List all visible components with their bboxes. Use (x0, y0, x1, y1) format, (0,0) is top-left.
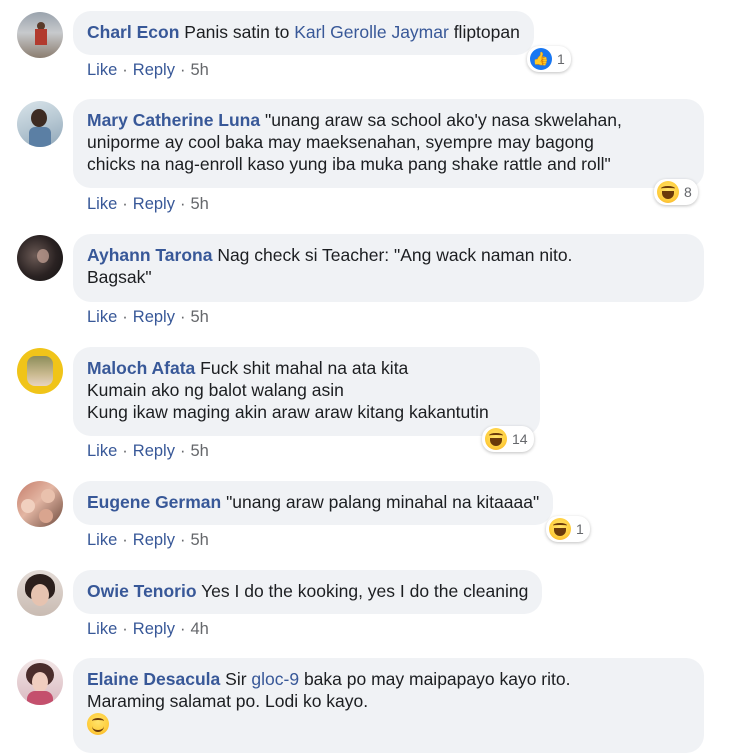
comment-text-line: Bagsak" (87, 267, 152, 287)
smile-icon (87, 713, 109, 736)
timestamp[interactable]: 5h (190, 61, 208, 79)
reply-button[interactable]: Reply (133, 61, 175, 79)
like-button[interactable]: Like (87, 308, 117, 326)
comment-bubble: Ayhann Tarona Nag check si Teacher: "Ang… (73, 234, 704, 302)
comment-text-line: chicks na nag-enroll kaso yung iba muka … (87, 154, 611, 174)
separator: · (122, 442, 128, 460)
comment-text-line: Maraming salamat po. Lodi ko kayo. (87, 691, 369, 711)
comment-text-line: "unang araw palang minahal na kitaaaa" (226, 492, 540, 512)
author-name[interactable]: Mary Catherine Luna (87, 110, 260, 130)
mention-link[interactable]: gloc-9 (251, 669, 299, 689)
comment-text-line: Kumain ako ng balot walang asin (87, 380, 344, 400)
author-name[interactable]: Elaine Desacula (87, 669, 220, 689)
reaction-badge[interactable]: 14 (482, 426, 534, 452)
comment-text-line: uniporme ay cool baka may maeksenahan, s… (87, 132, 594, 152)
timestamp[interactable]: 4h (190, 620, 208, 638)
author-name[interactable]: Charl Econ (87, 22, 179, 42)
comment-actions: Like · Reply · 5h (87, 442, 209, 461)
avatar[interactable] (17, 481, 63, 527)
avatar[interactable] (17, 659, 63, 705)
reaction-count: 1 (576, 521, 584, 537)
comment-text: Panis satin to (184, 22, 295, 42)
like-icon: 👍 (530, 48, 552, 70)
comment-bubble: Mary Catherine Luna "unang araw sa schoo… (73, 99, 704, 188)
reaction-count: 8 (684, 184, 692, 200)
like-button[interactable]: Like (87, 620, 117, 638)
comment-actions: Like · Reply · 5h (87, 195, 209, 214)
comment-bubble: Maloch Afata Fuck shit mahal na ata kita… (73, 347, 540, 436)
avatar[interactable] (17, 348, 63, 394)
separator: · (179, 620, 186, 638)
comment-bubble: Owie Tenorio Yes I do the kooking, yes I… (73, 570, 543, 614)
reply-button[interactable]: Reply (133, 442, 175, 460)
author-name[interactable]: Maloch Afata (87, 358, 195, 378)
avatar[interactable] (17, 101, 63, 147)
comment-text-line: Kung ikaw maging akin araw araw kitang k… (87, 402, 489, 422)
separator: · (179, 61, 186, 79)
comment-text-line: Yes I do the kooking, yes I do the clean… (201, 581, 529, 601)
haha-icon (657, 181, 679, 203)
like-button[interactable]: Like (87, 531, 117, 549)
reaction-count: 14 (512, 431, 528, 447)
author-name[interactable]: Eugene German (87, 492, 221, 512)
separator: · (179, 308, 186, 326)
author-name[interactable]: Owie Tenorio (87, 581, 197, 601)
separator: · (122, 61, 128, 79)
comment-actions: Like · Reply · 5h (87, 308, 209, 327)
comment-actions: Like · Reply · 5h (87, 531, 209, 550)
separator: · (122, 531, 128, 549)
comment-bubble: Charl Econ Panis satin to Karl Gerolle J… (73, 11, 534, 55)
timestamp[interactable]: 5h (190, 195, 208, 213)
avatar[interactable] (17, 235, 63, 281)
separator: · (179, 195, 186, 213)
comment-text: baka po may maipapayo kayo rito. (299, 669, 571, 689)
separator: · (179, 531, 186, 549)
comment-text-line: "unang araw sa school ako'y nasa skwelah… (264, 110, 622, 130)
timestamp[interactable]: 5h (190, 531, 208, 549)
comment-bubble: Eugene German "unang araw palang minahal… (73, 481, 554, 525)
separator: · (122, 620, 128, 638)
timestamp[interactable]: 5h (190, 308, 208, 326)
separator: · (179, 442, 186, 460)
avatar[interactable] (17, 570, 63, 616)
comment-text: fliptopan (448, 22, 520, 42)
reply-button[interactable]: Reply (133, 531, 175, 549)
comment-bubble: Elaine Desacula Sir gloc-9 baka po may m… (73, 658, 704, 753)
mention-link[interactable]: Karl Gerolle Jaymar (294, 22, 449, 42)
reaction-badge[interactable]: 👍 1 (527, 46, 571, 72)
like-button[interactable]: Like (87, 442, 117, 460)
reaction-count: 1 (557, 51, 565, 67)
comment-actions: Like · Reply · 5h (87, 61, 209, 80)
reply-button[interactable]: Reply (133, 195, 175, 213)
comment-text: Sir (225, 669, 252, 689)
emoji-line (87, 712, 690, 736)
author-name[interactable]: Ayhann Tarona (87, 245, 212, 265)
separator: · (122, 195, 128, 213)
haha-icon (549, 518, 571, 540)
reaction-badge[interactable]: 8 (654, 179, 698, 205)
like-button[interactable]: Like (87, 195, 117, 213)
separator: · (122, 308, 128, 326)
avatar[interactable] (17, 12, 63, 58)
reply-button[interactable]: Reply (133, 308, 175, 326)
timestamp[interactable]: 5h (190, 442, 208, 460)
like-button[interactable]: Like (87, 61, 117, 79)
comment-text-line: Fuck shit mahal na ata kita (200, 358, 409, 378)
reply-button[interactable]: Reply (133, 620, 175, 638)
reaction-badge[interactable]: 1 (546, 516, 590, 542)
comment-text-line: Nag check si Teacher: "Ang wack naman ni… (217, 245, 573, 265)
comment-actions: Like · Reply · 4h (87, 620, 209, 639)
haha-icon (485, 428, 507, 450)
